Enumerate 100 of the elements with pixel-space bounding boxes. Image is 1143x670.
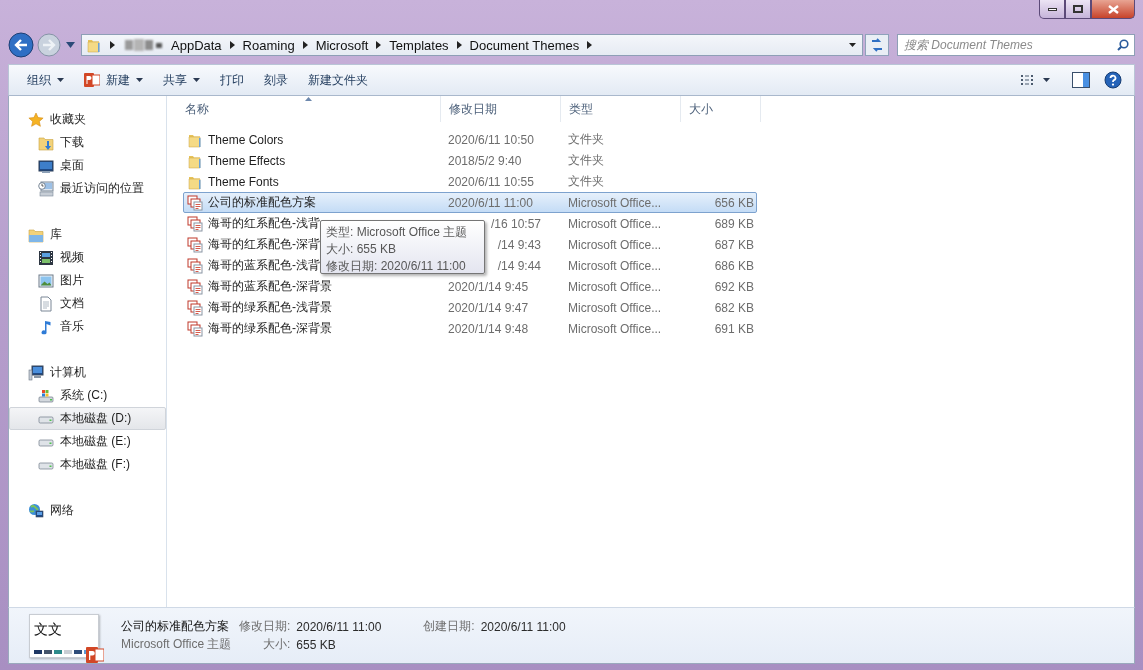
tooltip-line: 大小: 655 KB	[326, 241, 398, 258]
type-cell: 文件夹	[568, 131, 604, 148]
sidebar-item[interactable]: 图片	[9, 269, 166, 292]
address-bar[interactable]: AppData Roaming Microsoft Templates Document Themes	[81, 34, 863, 56]
sidebar-item[interactable]: 系统 (C:)	[9, 384, 166, 407]
date-cell: 2020/1/14 9:45	[448, 279, 529, 294]
date-cell: 2020/6/11 11:00	[448, 195, 533, 210]
type-cell: 文件夹	[568, 152, 604, 169]
toolbar-button[interactable]: 打印	[212, 68, 252, 92]
breadcrumb-item[interactable]: Document Themes	[469, 37, 580, 53]
sidebar-item[interactable]: 库	[9, 223, 166, 246]
file-name[interactable]: 海哥的绿系配色-浅背景	[208, 299, 332, 316]
preview-pane-button[interactable]	[1072, 72, 1090, 88]
close-button[interactable]	[1091, 0, 1135, 19]
download-folder-icon	[38, 134, 54, 151]
date-cell: 2020/6/11 10:50	[448, 132, 534, 147]
type-cell: Microsoft Office...	[568, 258, 662, 273]
theme-file-icon	[187, 194, 203, 211]
blurred-segment	[123, 38, 163, 52]
type-cell: Microsoft Office...	[568, 216, 662, 231]
breadcrumb-item[interactable]: Microsoft	[315, 37, 369, 53]
breadcrumb-item[interactable]: AppData	[171, 37, 222, 53]
type-cell: Microsoft Office...	[568, 300, 662, 315]
file-name[interactable]: Theme Colors	[208, 132, 284, 147]
column-header[interactable]: 名称	[177, 96, 441, 122]
date-cell: 2018/5/2 9:40	[448, 153, 522, 168]
file-name[interactable]: Theme Effects	[208, 153, 286, 168]
chevron-icon	[110, 41, 115, 49]
file-name[interactable]: 海哥的蓝系配色-浅背	[208, 257, 320, 274]
presentation-icon	[84, 72, 100, 88]
dropdown-caret-icon[interactable]	[849, 43, 856, 47]
maximize-button[interactable]	[1065, 0, 1091, 19]
search-icon	[1117, 39, 1129, 51]
field-value: 2020/6/11 11:00	[296, 619, 382, 634]
file-name[interactable]: 海哥的绿系配色-深背景	[208, 320, 332, 337]
theme-file-icon	[187, 320, 203, 337]
column-header[interactable]: 类型	[561, 96, 681, 122]
toolbar-button[interactable]: 新建文件夹	[300, 68, 376, 92]
refresh-button[interactable]	[865, 34, 889, 56]
sidebar-item[interactable]: 本地磁盘 (F:)	[9, 453, 166, 476]
sidebar-item[interactable]: 文档	[9, 292, 166, 315]
theme-file-icon	[187, 236, 203, 253]
toolbar-button[interactable]: 组织	[19, 68, 72, 92]
file-name[interactable]: 海哥的红系配色-浅背	[208, 215, 320, 232]
size-cell: 692 KB	[714, 279, 754, 294]
breadcrumb-item[interactable]: Templates	[389, 37, 449, 53]
thumbnail-text: 文文	[34, 620, 63, 639]
type-cell: 文件夹	[568, 173, 604, 190]
type-cell: Microsoft Office...	[568, 195, 662, 210]
size-cell: 686 KB	[714, 258, 754, 273]
theme-file-icon	[187, 299, 203, 316]
caret-icon	[1043, 78, 1050, 82]
theme-file-icon	[187, 257, 203, 274]
file-name[interactable]: Theme Fonts	[208, 174, 279, 189]
sidebar-item[interactable]: 最近访问的位置	[9, 177, 166, 200]
sidebar-item[interactable]: 收藏夹	[9, 108, 166, 131]
file-name[interactable]: 公司的标准配色方案	[208, 194, 316, 211]
sidebar-item[interactable]: 网络	[9, 499, 166, 522]
folder-icon	[28, 226, 44, 243]
theme-file-icon	[187, 215, 203, 232]
date-cell: /16 10:57	[490, 216, 541, 231]
help-button[interactable]	[1104, 71, 1122, 89]
column-header[interactable]: 大小	[681, 96, 761, 122]
toolbar-button[interactable]: 新建	[76, 68, 151, 92]
sidebar-item[interactable]: 桌面	[9, 154, 166, 177]
caret-icon	[193, 78, 200, 82]
breadcrumb-item[interactable]: Roaming	[242, 37, 295, 53]
toolbar-button[interactable]: 共享	[155, 68, 208, 92]
windows-drive-icon	[38, 387, 54, 404]
sidebar-item[interactable]: 本地磁盘 (D:)	[9, 407, 166, 430]
history-caret-icon[interactable]	[66, 42, 75, 48]
minimize-button[interactable]	[1039, 0, 1065, 19]
sort-arrow-icon	[304, 97, 312, 101]
toolbar-button[interactable]: 刻录	[256, 68, 296, 92]
search-field[interactable]: 搜索 Document Themes	[897, 34, 1135, 56]
monitor-icon	[38, 157, 54, 174]
computer-clock-icon	[38, 180, 54, 197]
computer-icon	[28, 364, 44, 381]
file-name[interactable]: 海哥的红系配色-深背	[208, 236, 320, 253]
theme-file-icon	[187, 278, 203, 295]
date-cell: 2020/1/14 9:48	[448, 321, 529, 336]
size-cell: 682 KB	[714, 300, 754, 315]
type-cell: Microsoft Office...	[568, 237, 662, 252]
date-cell: 2020/6/11 10:55	[448, 174, 534, 189]
selected-row[interactable]: 公司的标准配色方案 2020/6/11 11:00 Microsoft Office... 656 KB	[183, 192, 757, 213]
sidebar-item[interactable]: 下载	[9, 131, 166, 154]
caret-icon	[57, 78, 64, 82]
sidebar-item[interactable]: 本地磁盘 (E:)	[9, 430, 166, 453]
film-icon	[38, 249, 54, 266]
tooltip-line: 修改日期: 2020/6/11 11:00	[326, 258, 467, 275]
back-button[interactable]	[8, 32, 34, 58]
file-name[interactable]: 海哥的蓝系配色-深背景	[208, 278, 332, 295]
column-header[interactable]: 修改日期	[441, 96, 561, 122]
size-cell: 656 KB	[714, 195, 754, 210]
chevron-icon	[587, 41, 593, 49]
sidebar-item[interactable]: 计算机	[9, 361, 166, 384]
sidebar-item[interactable]: 音乐	[9, 315, 166, 338]
sidebar-item[interactable]: 视频	[9, 246, 166, 269]
landscape-icon	[38, 272, 54, 289]
caret-icon	[136, 78, 143, 82]
